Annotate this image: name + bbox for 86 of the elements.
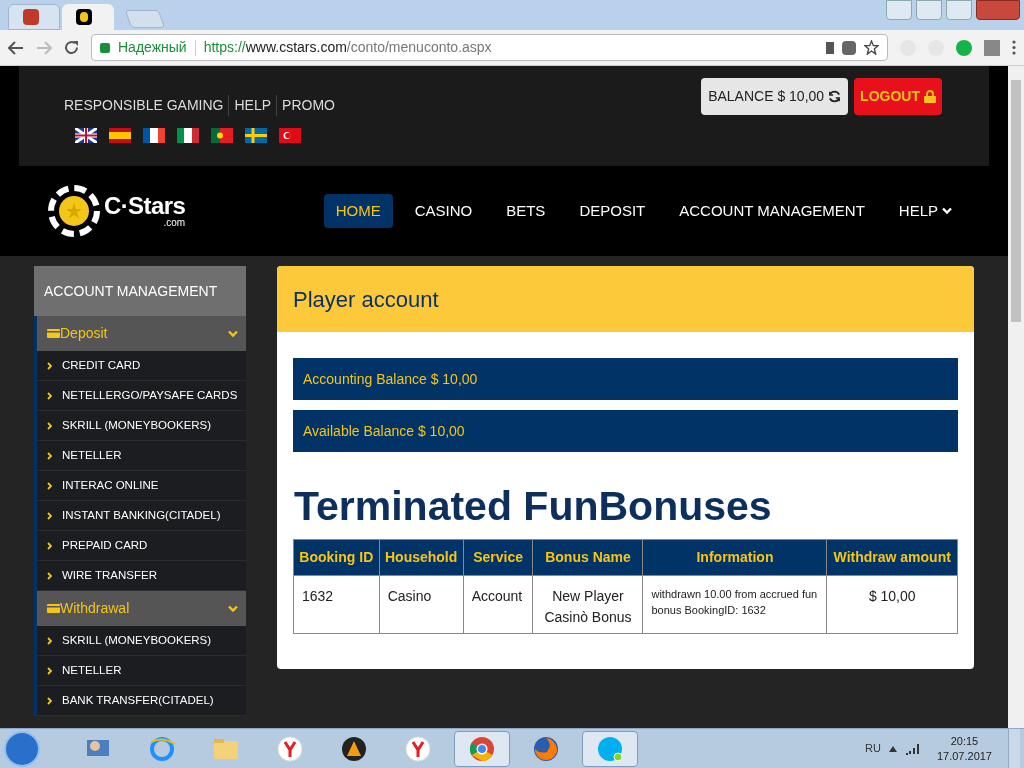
table-cell: withdrawn 10.00 from accrued fun bonus BookingID: 1632 bbox=[643, 575, 827, 634]
chevron-right-icon bbox=[47, 666, 52, 675]
nav-link[interactable]: BETS bbox=[494, 194, 558, 228]
table-cell: Casino bbox=[379, 575, 464, 634]
card-title: Player account bbox=[293, 285, 439, 314]
balance-bar: Accounting Balance $ 10,00 bbox=[293, 358, 958, 400]
chevron-right-icon bbox=[47, 571, 52, 580]
balance-button[interactable]: BALANCE $ 10,00 bbox=[701, 78, 849, 115]
flag-icon[interactable] bbox=[211, 128, 233, 143]
chevron-down-icon bbox=[228, 329, 238, 338]
clock-date[interactable]: 17.07.2017 bbox=[936, 748, 992, 764]
language-indicator[interactable]: RU bbox=[865, 740, 881, 757]
sidebar-item[interactable]: WIRE TRANSFER bbox=[37, 561, 246, 591]
maximize-button[interactable] bbox=[946, 0, 972, 20]
chevron-right-icon bbox=[47, 391, 52, 400]
table-cell: $ 10,00 bbox=[827, 575, 958, 634]
address-field[interactable]: Надежный https://www.cstars.com/conto/menuconto.aspx bbox=[91, 34, 888, 61]
show-hidden-icon[interactable] bbox=[888, 745, 897, 752]
nav-link[interactable]: HELP bbox=[886, 194, 964, 228]
sidebar-group[interactable]: Withdrawal bbox=[37, 591, 246, 626]
chevron-right-icon bbox=[47, 421, 52, 430]
column-header: Information bbox=[643, 539, 827, 576]
table-cell: Account bbox=[463, 575, 533, 634]
chip-logo-icon bbox=[48, 185, 100, 237]
sidebar-item[interactable]: BANK TRANSFER(CITADEL) bbox=[37, 686, 246, 716]
reload-icon[interactable] bbox=[64, 40, 79, 55]
app-icon[interactable] bbox=[403, 733, 433, 764]
menu-icon[interactable] bbox=[1012, 40, 1016, 55]
nav-link[interactable]: ACCOUNT MANAGEMENT bbox=[667, 194, 877, 228]
sidebar-item[interactable]: SKRILL (MONEYBOOKERS) bbox=[37, 411, 246, 441]
column-header: Booking ID bbox=[293, 539, 380, 576]
sidebar-item[interactable]: NETELLERGO/PAYSAFE CARDS bbox=[37, 381, 246, 411]
refresh-icon bbox=[828, 90, 842, 103]
lock-icon bbox=[100, 42, 110, 53]
column-header: Service bbox=[463, 539, 533, 576]
chevron-right-icon bbox=[47, 696, 52, 705]
table-cell: New Player Casinò Bonus bbox=[533, 575, 643, 634]
sidebar-item[interactable]: INSTANT BANKING(CITADEL) bbox=[37, 501, 246, 531]
section-title: Terminated FunBonuses bbox=[293, 482, 773, 531]
flag-icon[interactable] bbox=[177, 128, 199, 143]
sidebar-item[interactable]: NETELLER bbox=[37, 656, 246, 686]
browser-tab[interactable] bbox=[62, 4, 114, 30]
sidebar-item[interactable]: SKRILL (MONEYBOOKERS) bbox=[37, 626, 246, 656]
start-button[interactable] bbox=[4, 730, 40, 767]
flag-icon[interactable] bbox=[143, 128, 165, 143]
logo-domain: .com bbox=[163, 218, 186, 228]
chevron-right-icon bbox=[47, 511, 52, 520]
sidebar-header: ACCOUNT MANAGEMENT bbox=[34, 266, 246, 316]
top-link[interactable]: HELP bbox=[228, 95, 277, 116]
logo-text: C·Stars bbox=[104, 194, 186, 218]
clock-time[interactable]: 20:15 bbox=[950, 733, 979, 749]
signal-icon[interactable] bbox=[904, 742, 921, 755]
sidebar-item[interactable]: NETELLER bbox=[37, 441, 246, 471]
app-icon[interactable] bbox=[275, 733, 305, 764]
nav-link[interactable]: CASINO bbox=[402, 194, 485, 228]
lock-icon bbox=[924, 90, 936, 103]
nav-link[interactable]: DEPOSIT bbox=[567, 194, 658, 228]
balance-bar: Available Balance $ 10,00 bbox=[293, 410, 958, 452]
minimize-button[interactable] bbox=[916, 0, 942, 20]
sidebar-group[interactable]: Deposit bbox=[37, 316, 246, 351]
back-icon[interactable] bbox=[8, 40, 24, 55]
security-label: Надежный bbox=[118, 38, 187, 57]
sidebar-item[interactable]: CREDIT CARD bbox=[37, 351, 246, 381]
url-text: https://www.cstars.com/conto/menuconto.aspx bbox=[203, 38, 492, 57]
sidebar-item[interactable]: PREPAID CARD bbox=[37, 531, 246, 561]
favicon-icon bbox=[76, 9, 92, 25]
top-link[interactable]: RESPONSIBLE GAMING bbox=[64, 95, 229, 116]
star-icon[interactable] bbox=[864, 40, 879, 55]
table-cell: 1632 bbox=[293, 575, 380, 634]
card-icon bbox=[47, 329, 60, 338]
chevron-right-icon bbox=[47, 636, 52, 645]
column-header: Household bbox=[379, 539, 464, 576]
chevron-right-icon bbox=[47, 361, 52, 370]
favicon-icon bbox=[23, 9, 39, 25]
flag-icon[interactable] bbox=[75, 128, 97, 143]
sidebar-item[interactable]: INTERAC ONLINE bbox=[37, 471, 246, 501]
nav-link[interactable]: HOME bbox=[323, 194, 393, 228]
profile-button[interactable] bbox=[886, 0, 912, 20]
column-header: Withdraw amount bbox=[827, 539, 958, 576]
chevron-right-icon bbox=[47, 451, 52, 460]
chevron-down-icon bbox=[228, 604, 238, 613]
chevron-right-icon bbox=[47, 541, 52, 550]
chevron-right-icon bbox=[47, 481, 52, 490]
card-icon bbox=[47, 604, 60, 613]
top-link[interactable]: PROMO bbox=[276, 95, 340, 116]
column-header: Bonus Name bbox=[533, 539, 643, 576]
